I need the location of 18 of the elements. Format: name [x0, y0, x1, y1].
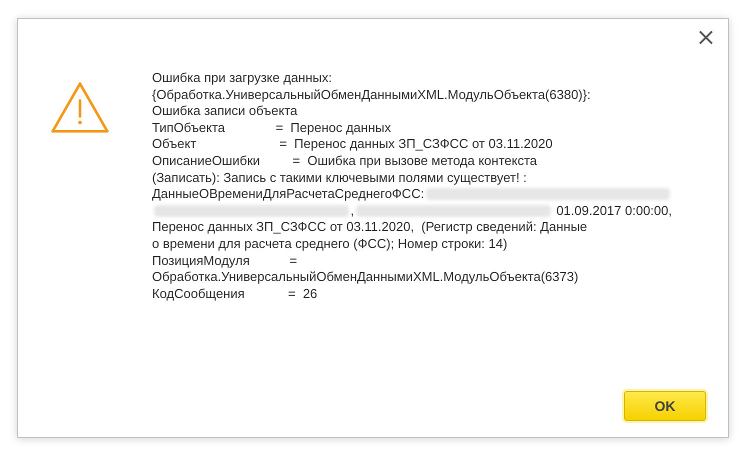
message-line: Объект = Перенос данных ЗП_СЗФСС от 03.11.2020	[152, 136, 554, 153]
message-line: Обработка.УниверсальныйОбменДаннымиXML.МодульОбъекта(6373)	[152, 269, 580, 286]
message-line: {Обработка.УниверсальныйОбменДаннымиXML.МодульОбъекта(6380)}:	[152, 86, 592, 104]
message-line: КодСообщения = 26	[152, 286, 318, 302]
message-text: ,	[350, 202, 354, 220]
close-button[interactable]: ×	[694, 25, 718, 49]
message-line: Ошибка записи объекта	[152, 103, 298, 120]
message-line: Ошибка при загрузке данных:	[152, 70, 333, 87]
message-line: ТипОбъекта = Перенос данных	[152, 120, 392, 136]
message-line: ОписаниеОшибки = Ошибка при вызове метода контекста	[152, 152, 538, 170]
warning-icon	[50, 81, 110, 134]
message-line: о времени для расчета среднего (ФСС); Номер строки: 14)	[152, 236, 508, 253]
message-line: (Записать): Запись с такими ключевыми полями существует! :	[152, 170, 528, 186]
message-text: 01.09.2017 0:00:00,	[555, 202, 672, 220]
message-line: Перенос данных ЗП_СЗФСС от 03.11.2020, (Регистр сведений: Данные	[152, 219, 588, 236]
message-line: ПозицияМодуля =	[152, 252, 298, 270]
message-text: ДанныеОВремениДляРасчетаСреднегоФСС:	[152, 186, 424, 203]
ok-button[interactable]: OK	[624, 391, 706, 421]
